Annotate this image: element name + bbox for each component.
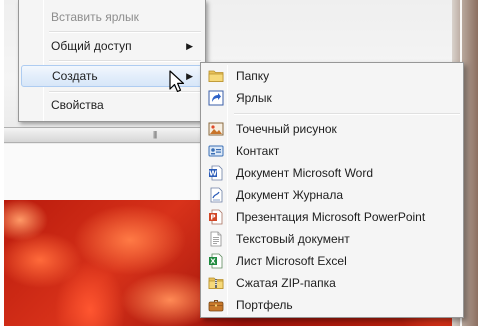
submenu-item-label: Контакт — [236, 144, 280, 158]
menu-item-share[interactable]: Общий доступ ▶ — [21, 35, 203, 57]
contact-card-icon — [208, 143, 224, 159]
submenu-item-label: Лист Microsoft Excel — [236, 254, 347, 268]
new-text-document-item[interactable]: Текстовый документ — [203, 228, 461, 250]
submenu-item-label: Точечный рисунок — [236, 122, 337, 136]
svg-text:W: W — [209, 170, 217, 178]
mouse-pointer-icon — [169, 70, 185, 93]
menu-separator — [49, 31, 201, 33]
menu-separator — [49, 60, 201, 62]
new-folder-item[interactable]: Папку — [203, 65, 461, 87]
new-powerpoint-item[interactable]: P Презентация Microsoft PowerPoint — [203, 206, 461, 228]
menu-item-label: Общий доступ — [51, 39, 132, 53]
menu-item-label: Вставить ярлык — [51, 10, 139, 24]
svg-text:P: P — [210, 214, 215, 222]
context-menu: Вставить ярлык Общий доступ ▶ Создать ▶ … — [18, 0, 206, 122]
new-zip-folder-item[interactable]: Сжатая ZIP-папка — [203, 272, 461, 294]
submenu-item-label: Текстовый документ — [236, 232, 350, 246]
menu-item-paste-shortcut: Вставить ярлык — [21, 6, 203, 28]
scrollbar-grip: ||| — [153, 130, 157, 139]
submenu-arrow-icon: ▶ — [186, 41, 193, 51]
frame-edge-left — [0, 0, 4, 331]
journal-document-icon — [208, 187, 224, 203]
folder-icon — [208, 68, 224, 84]
menu-item-label: Свойства — [51, 98, 104, 112]
powerpoint-presentation-icon: P — [208, 209, 224, 225]
new-contact-item[interactable]: Контакт — [203, 140, 461, 162]
new-bitmap-item[interactable]: Точечный рисунок — [203, 118, 461, 140]
submenu-item-label: Ярлык — [236, 91, 272, 105]
submenu-item-label: Папку — [236, 69, 270, 83]
submenu-item-label: Документ Microsoft Word — [236, 166, 374, 180]
new-excel-sheet-item[interactable]: X Лист Microsoft Excel — [203, 250, 461, 272]
submenu-item-label: Документ Журнала — [236, 188, 344, 202]
menu-item-label: Создать — [52, 69, 98, 83]
shortcut-icon — [208, 90, 224, 106]
submenu-item-label: Презентация Microsoft PowerPoint — [236, 210, 426, 224]
submenu-item-label: Сжатая ZIP-папка — [236, 276, 336, 290]
new-submenu: Папку Ярлык Точечный рисунок Контакт W Д… — [200, 62, 464, 318]
zip-folder-icon — [208, 275, 224, 291]
word-document-icon: W — [208, 165, 224, 181]
briefcase-icon — [208, 297, 224, 313]
submenu-arrow-icon: ▶ — [186, 71, 193, 81]
new-shortcut-item[interactable]: Ярлык — [203, 87, 461, 109]
menu-item-properties[interactable]: Свойства — [21, 94, 203, 116]
bitmap-image-icon — [208, 121, 224, 137]
submenu-separator — [234, 113, 460, 115]
svg-text:X: X — [210, 258, 216, 266]
frame-edge-bottom — [0, 326, 478, 331]
text-document-icon — [208, 231, 224, 247]
excel-sheet-icon: X — [208, 253, 224, 269]
new-journal-document-item[interactable]: Документ Журнала — [203, 184, 461, 206]
new-word-document-item[interactable]: W Документ Microsoft Word — [203, 162, 461, 184]
submenu-item-label: Портфель — [236, 298, 293, 312]
new-briefcase-item[interactable]: Портфель — [203, 294, 461, 316]
